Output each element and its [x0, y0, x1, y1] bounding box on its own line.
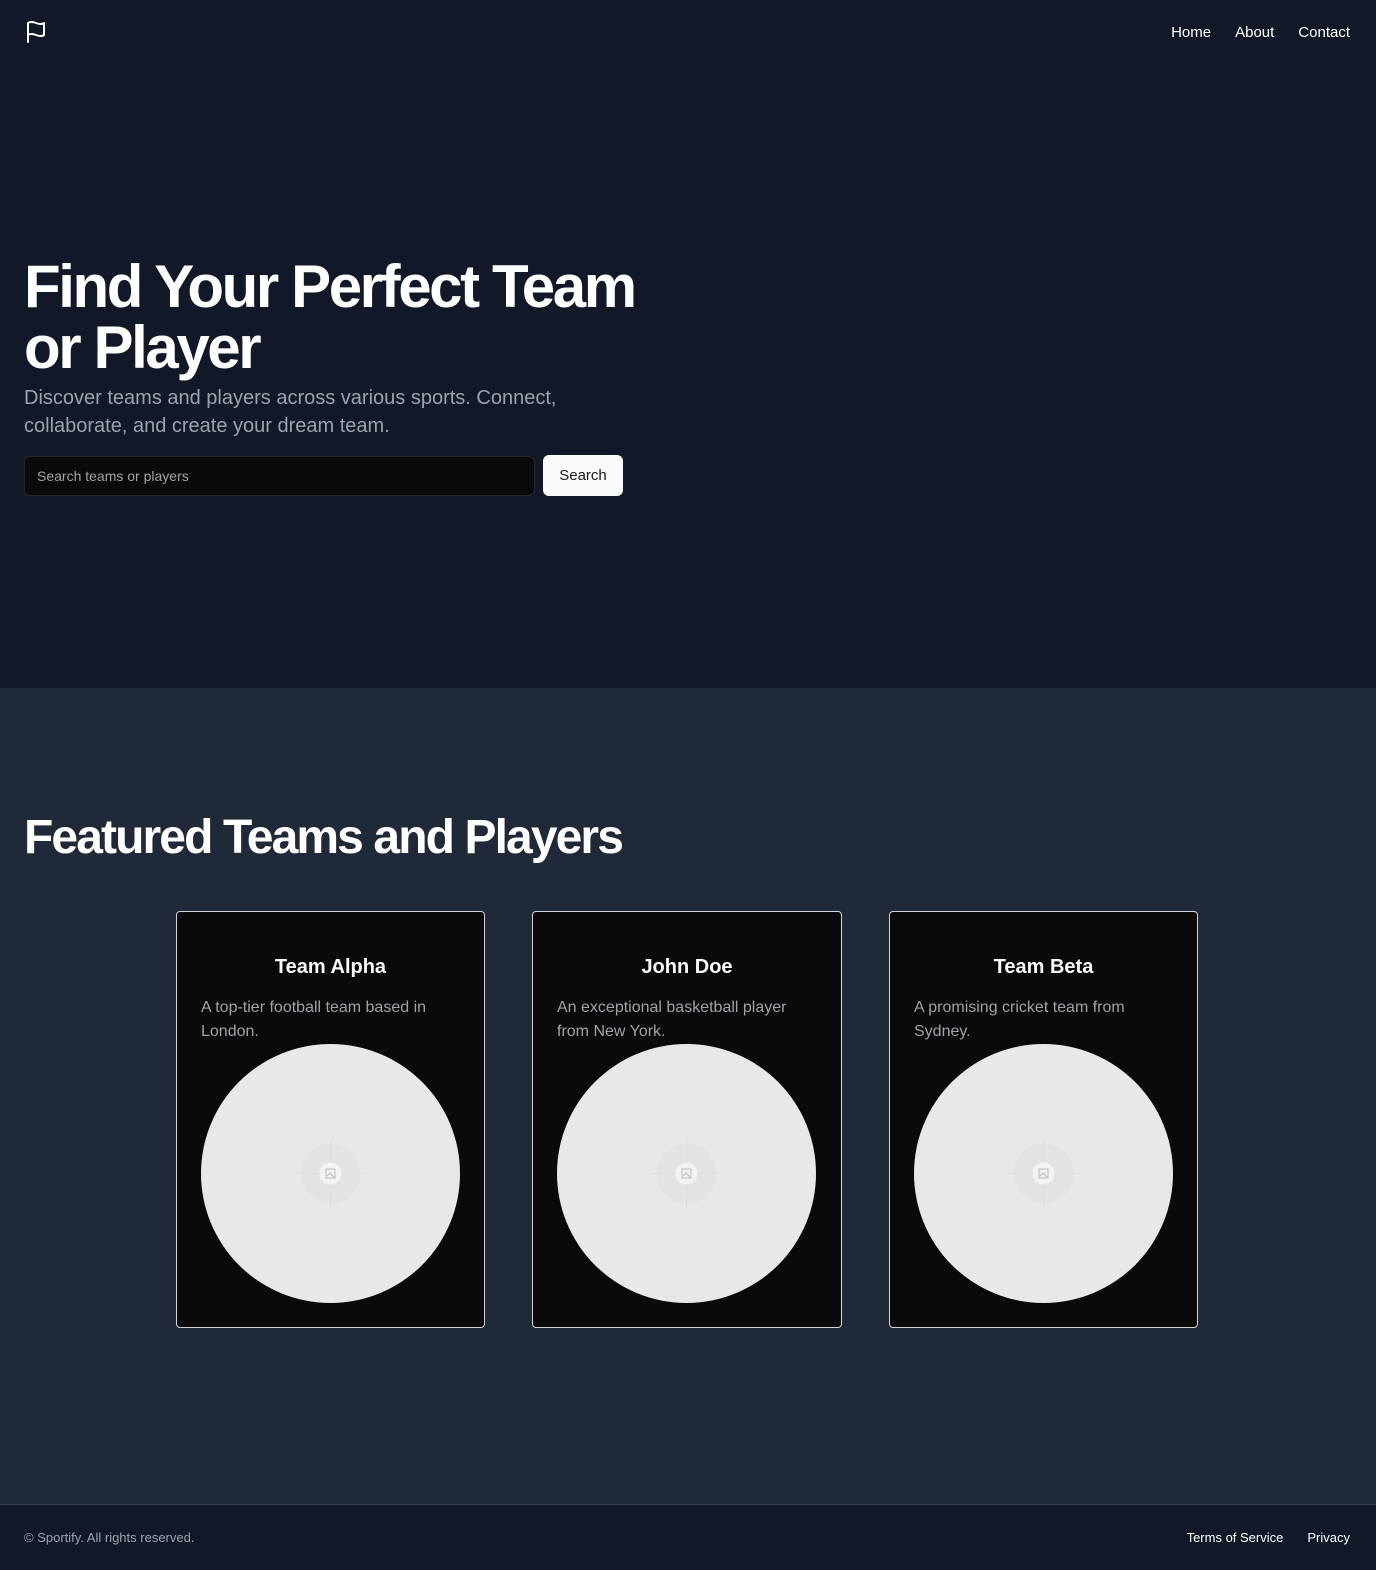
image-placeholder-icon — [1009, 1139, 1078, 1208]
card-title: John Doe — [641, 956, 733, 978]
site-footer: © Sportify. All rights reserved. Terms o… — [0, 1504, 1376, 1570]
site-header: Home About Contact — [0, 0, 1376, 64]
card-image — [557, 1044, 816, 1303]
card-description: A top-tier football team based in London… — [201, 999, 427, 1040]
search-button[interactable]: Search — [543, 455, 623, 496]
footer-nav: Terms of Service Privacy — [1187, 1530, 1350, 1545]
hero-subtitle: Discover teams and players across variou… — [24, 387, 557, 437]
logo-link[interactable] — [24, 20, 48, 44]
terms-link[interactable]: Terms of Service — [1187, 1530, 1284, 1545]
flag-icon — [27, 21, 45, 43]
image-placeholder-icon — [296, 1139, 365, 1208]
card-description: A promising cricket team from Sydney. — [914, 999, 1125, 1040]
card-image — [914, 1044, 1173, 1303]
search-input[interactable] — [24, 456, 535, 496]
nav-contact-link[interactable]: Contact — [1298, 24, 1350, 41]
nav-home-link[interactable]: Home — [1171, 24, 1211, 41]
card-description: An exceptional basketball player from Ne… — [557, 999, 787, 1040]
image-placeholder-icon — [652, 1139, 721, 1208]
nav-about-link[interactable]: About — [1235, 24, 1274, 41]
main-nav: Home About Contact — [1171, 24, 1350, 41]
card-title: Team Alpha — [274, 956, 387, 978]
card-title: Team Beta — [993, 956, 1094, 978]
featured-section: Featured Teams and Players Team Alpha A … — [0, 688, 1376, 1504]
hero-section: Find Your Perfect Team or Player Discove… — [0, 64, 1376, 688]
featured-card-team-alpha[interactable]: Team Alpha A top-tier football team base… — [176, 911, 485, 1328]
featured-card-john-doe[interactable]: John Doe An exceptional basketball playe… — [532, 911, 842, 1328]
copyright-text: © Sportify. All rights reserved. — [24, 1530, 195, 1545]
privacy-link[interactable]: Privacy — [1307, 1530, 1350, 1545]
card-image — [201, 1044, 460, 1303]
featured-card-team-beta[interactable]: Team Beta A promising cricket team from … — [889, 911, 1198, 1328]
featured-title: Featured Teams and Players — [24, 811, 624, 864]
hero-title: Find Your Perfect Team or Player — [24, 253, 637, 381]
